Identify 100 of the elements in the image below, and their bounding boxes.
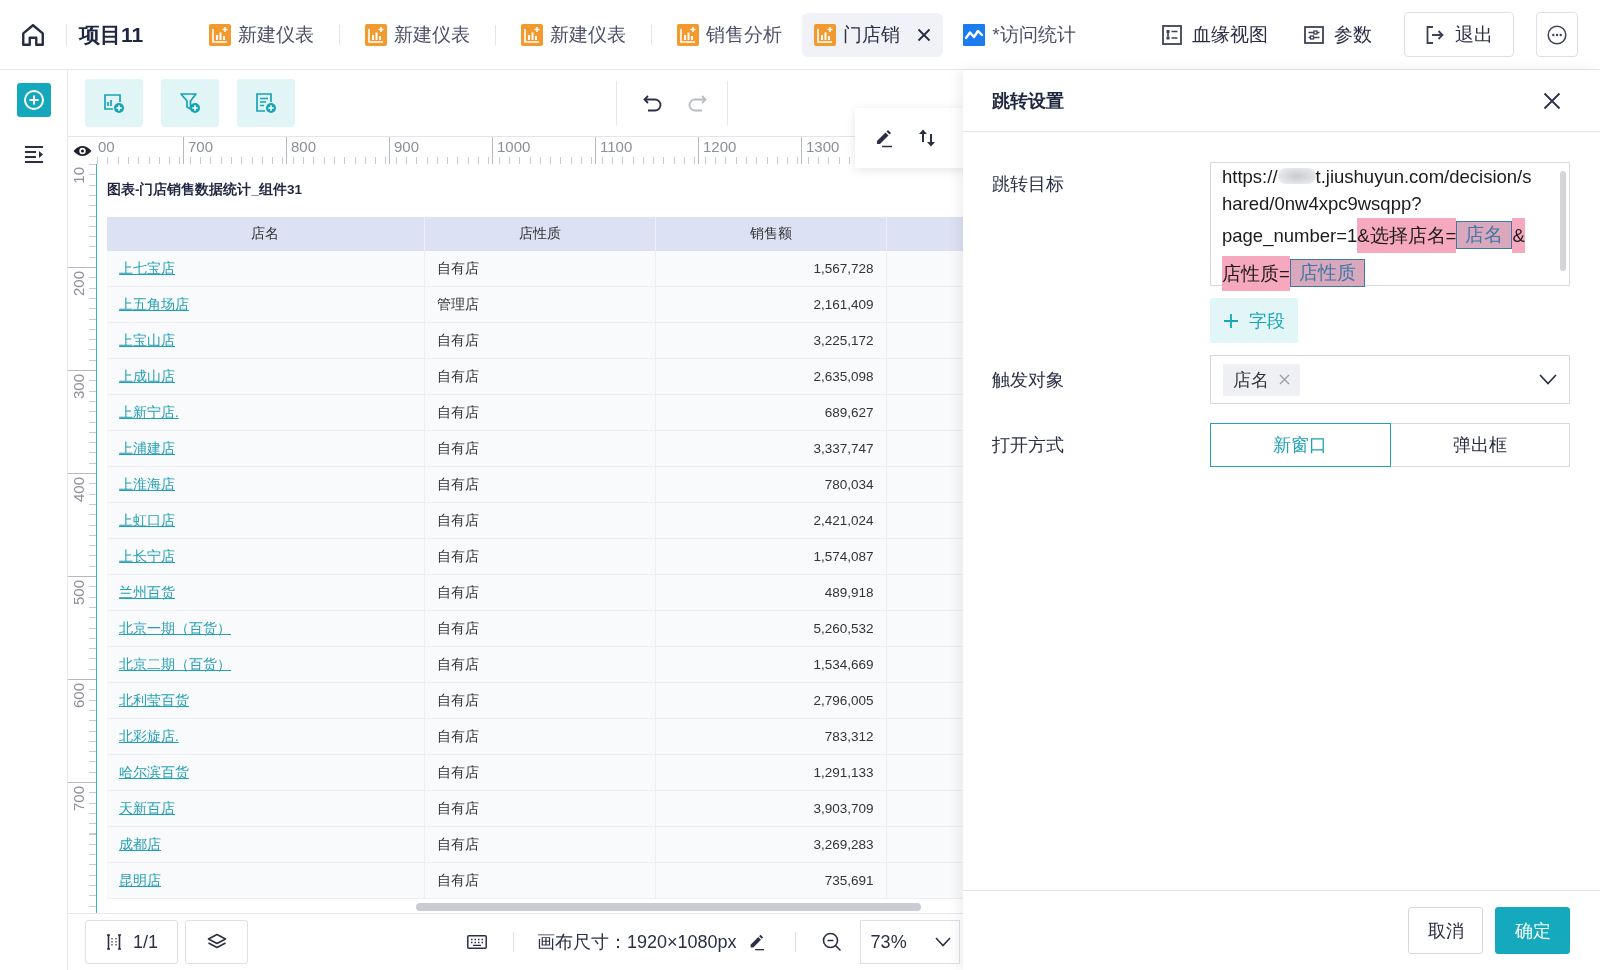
store-link[interactable]: 上虹口店 xyxy=(119,512,175,528)
tab[interactable]: 门店销 xyxy=(802,12,944,57)
column-header[interactable]: 店名 xyxy=(107,217,424,251)
store-link[interactable]: 北京二期（百货） xyxy=(119,656,231,672)
tab[interactable]: 新建仪表 xyxy=(509,12,639,57)
table-cell: 2,635,098 xyxy=(655,358,886,395)
store-link[interactable]: 北利莹百货 xyxy=(119,692,189,708)
layers-icon xyxy=(206,933,227,951)
table-cell: 1,567,728 xyxy=(655,251,886,287)
store-link[interactable]: 成都店 xyxy=(119,836,161,852)
bar-chart-icon xyxy=(209,23,232,46)
table-cell: 3,269,283 xyxy=(655,826,886,863)
trigger-select[interactable]: 店名 xyxy=(1210,355,1570,404)
ruler-label: 700 xyxy=(188,138,214,155)
store-link[interactable]: 上成山店 xyxy=(119,368,175,384)
zoom-out-icon[interactable] xyxy=(821,932,842,952)
chevron-down-icon xyxy=(934,937,951,947)
table-cell: 自有店 xyxy=(424,718,655,755)
sort-icon[interactable] xyxy=(918,128,936,148)
selected-tag[interactable]: 店名 xyxy=(1223,363,1300,396)
store-link[interactable]: 上宝山店 xyxy=(119,332,175,348)
store-link[interactable]: 上七宝店 xyxy=(119,260,175,276)
store-link[interactable]: 哈尔滨百货 xyxy=(119,764,189,780)
confirm-button[interactable]: 确定 xyxy=(1495,907,1570,954)
toolbar-action[interactable]: 参数 xyxy=(1300,15,1376,54)
close-icon[interactable] xyxy=(1543,91,1561,110)
store-link[interactable]: 北京一期（百货） xyxy=(119,620,231,636)
table-cell: 自有店 xyxy=(424,574,655,611)
cancel-button[interactable]: 取消 xyxy=(1408,907,1483,954)
table-cell: 自有店 xyxy=(424,790,655,827)
field-token[interactable]: 店性质 xyxy=(1289,259,1365,288)
table-cell: 2,161,409 xyxy=(655,286,886,323)
more-button[interactable] xyxy=(1536,12,1578,57)
chevron-down-icon xyxy=(1539,374,1557,385)
store-link[interactable]: 兰州百货 xyxy=(119,584,175,600)
redo-icon xyxy=(687,94,707,112)
table-cell: 1,291,133 xyxy=(655,754,886,791)
home-icon xyxy=(20,21,46,48)
panel-title: 跳转设置 xyxy=(992,89,1064,113)
table-cell: 自有店 xyxy=(424,826,655,863)
store-link[interactable]: 昆明店 xyxy=(119,872,161,888)
store-link[interactable]: 上淮海店 xyxy=(119,476,175,492)
toolbar-action[interactable]: 血缘视图 xyxy=(1158,15,1272,54)
store-link[interactable]: 上长宁店 xyxy=(119,548,175,564)
keyboard-icon[interactable] xyxy=(467,935,487,949)
project-name: 项目11 xyxy=(79,21,144,48)
ruler-label: 300 xyxy=(70,374,88,400)
tab[interactable]: *访问统计 xyxy=(951,12,1088,57)
eye-icon[interactable] xyxy=(72,143,92,158)
store-link[interactable]: 上新宁店. xyxy=(119,404,179,420)
zoom-select[interactable]: 73% xyxy=(859,920,960,964)
scrollbar[interactable] xyxy=(416,903,921,911)
outline-icon[interactable] xyxy=(23,145,44,163)
column-header[interactable]: 店性质 xyxy=(424,217,655,251)
scrollbar[interactable] xyxy=(1560,171,1566,271)
ruler-label: 00 xyxy=(98,138,115,155)
store-link[interactable]: 北彩旋店. xyxy=(119,728,179,744)
store-link[interactable]: 上浦建店 xyxy=(119,440,175,456)
table-cell: 5,260,532 xyxy=(655,610,886,647)
close-icon[interactable] xyxy=(917,27,932,42)
store-link[interactable]: 上五角场店 xyxy=(119,296,189,312)
bar-chart-icon xyxy=(521,23,544,46)
segment-option[interactable]: 弹出框 xyxy=(1390,423,1570,467)
canvas-size-text: 画布尺寸：1920×1080px xyxy=(537,931,737,954)
ruler-label: 1100 xyxy=(600,138,633,155)
page-button[interactable]: 1/1 xyxy=(85,920,178,964)
tab[interactable]: 新建仪表 xyxy=(353,12,483,57)
ruler-label: 10 xyxy=(70,167,88,184)
table-cell: 自有店 xyxy=(424,754,655,791)
table-cell: 自有店 xyxy=(424,646,655,683)
exit-button[interactable]: 退出 xyxy=(1404,12,1514,57)
add-component-icon[interactable] xyxy=(16,83,51,117)
highlighted-text: &选择店名= xyxy=(1357,218,1457,253)
column-header[interactable]: 销售额 xyxy=(655,217,886,251)
highlighted-text: 店性质= xyxy=(1222,256,1290,291)
bar-chart-icon xyxy=(677,23,700,46)
logout-icon xyxy=(1425,24,1445,45)
list-box-icon xyxy=(1162,24,1182,45)
tab[interactable]: 新建仪表 xyxy=(197,12,327,57)
segment-option[interactable]: 新窗口 xyxy=(1210,423,1391,467)
table-cell: 自有店 xyxy=(424,538,655,575)
field-token[interactable]: 店名 xyxy=(1456,221,1513,250)
add-field-button[interactable]: 字段 xyxy=(1210,298,1298,343)
ruler-label: 600 xyxy=(70,683,88,709)
store-link[interactable]: 天新百店 xyxy=(119,800,175,816)
bar-chart-icon xyxy=(365,23,388,46)
bracket-columns-icon xyxy=(105,933,123,951)
add-filter-button[interactable] xyxy=(161,79,219,127)
tab[interactable]: 销售分析 xyxy=(665,12,795,57)
table-cell: 管理店 xyxy=(424,286,655,323)
undo-icon xyxy=(643,94,663,112)
highlighted-text: & xyxy=(1512,218,1525,253)
table-cell: 735,691 xyxy=(655,862,886,899)
table-cell: 自有店 xyxy=(424,430,655,467)
table-cell: 自有店 xyxy=(424,682,655,719)
sliders-icon xyxy=(1304,24,1324,45)
ruler-label: 1200 xyxy=(703,138,737,155)
layers-button[interactable] xyxy=(185,920,248,964)
ruler-label: 400 xyxy=(70,477,88,503)
table-cell: 自有店 xyxy=(424,610,655,647)
